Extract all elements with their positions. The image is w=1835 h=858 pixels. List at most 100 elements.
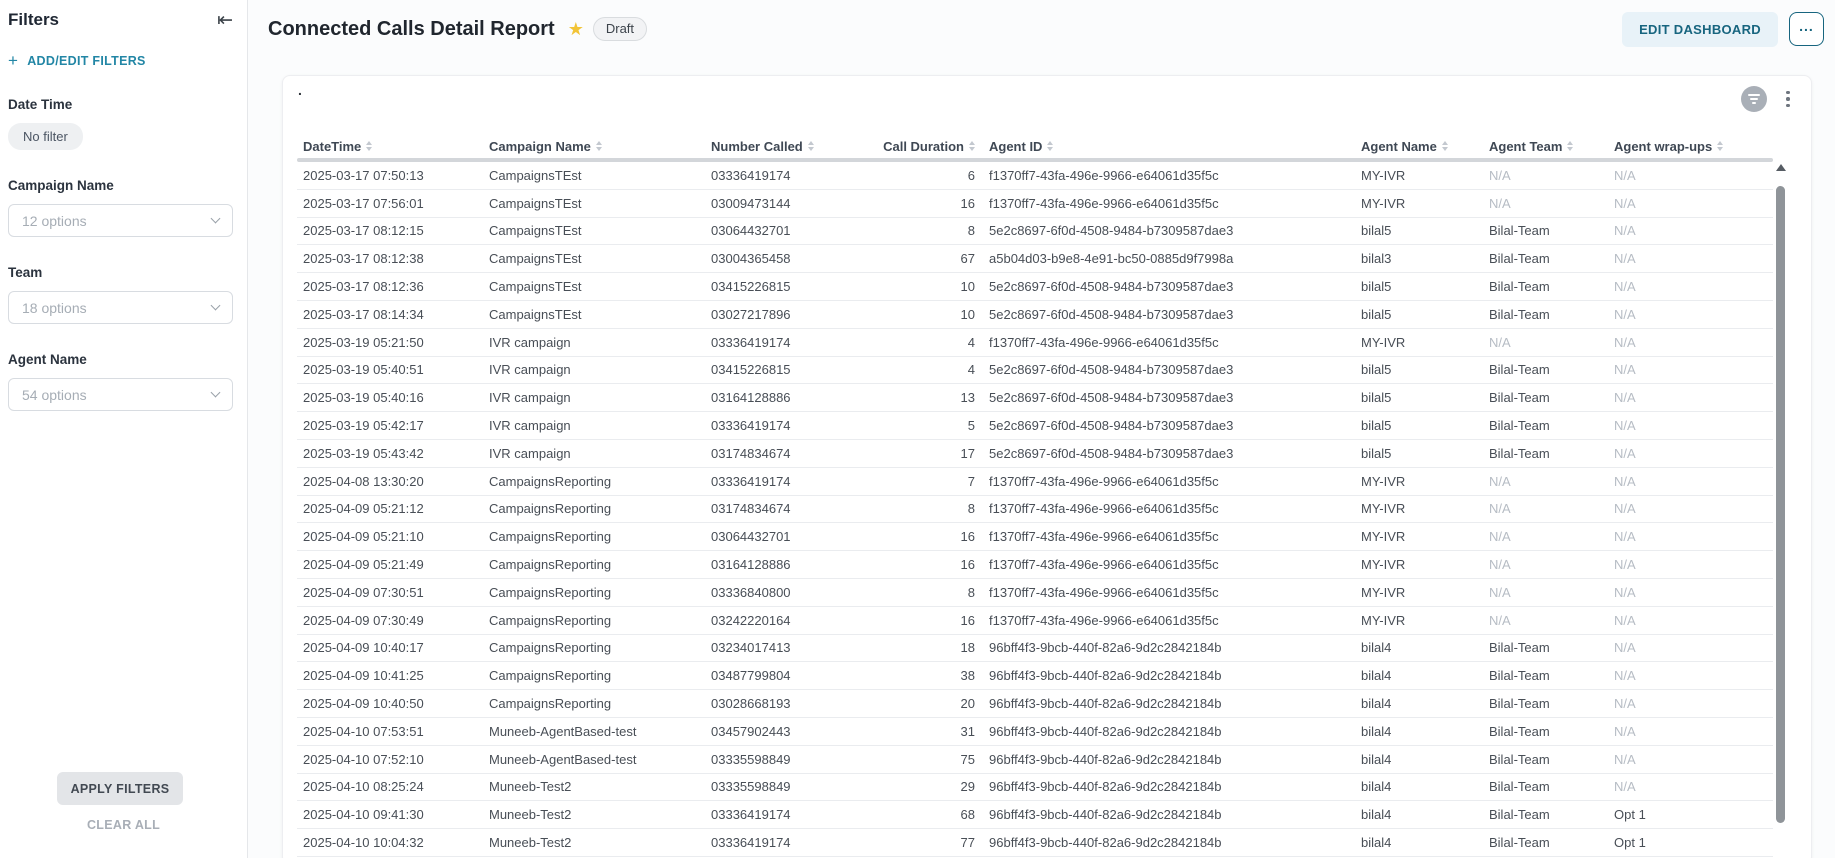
- sort-icon[interactable]: [1567, 141, 1573, 151]
- cell-campaign-name: CampaignsReporting: [483, 640, 705, 655]
- column-header-campaign-name[interactable]: Campaign Name: [483, 139, 705, 154]
- sort-icon[interactable]: [1717, 141, 1723, 151]
- column-header-agent-team[interactable]: Agent Team: [1483, 139, 1608, 154]
- chevron-down-icon: [211, 301, 221, 311]
- main-content: Connected Calls Detail Report ★ Draft ED…: [248, 0, 1835, 858]
- cell-call-duration: 4: [865, 362, 983, 377]
- cell-agent-name: bilal5: [1355, 362, 1483, 377]
- team-select[interactable]: 18 options: [8, 291, 233, 324]
- cell-number-called: 03415226815: [705, 279, 865, 294]
- column-header-agent-id[interactable]: Agent ID: [983, 139, 1355, 154]
- cell-call-duration: 7: [865, 474, 983, 489]
- campaign-name-select[interactable]: 12 options: [8, 204, 233, 237]
- cell-call-duration: 17: [865, 446, 983, 461]
- cell-agent-team: Bilal-Team: [1483, 251, 1608, 266]
- cell-number-called: 03174834674: [705, 501, 865, 516]
- cell-agent-id: f1370ff7-43fa-496e-9966-e64061d35f5c: [983, 585, 1355, 600]
- cell-agent-wrap-ups: N/A: [1608, 418, 1773, 433]
- agent-name-select[interactable]: 54 options: [8, 378, 233, 411]
- select-value: 12 options: [22, 213, 87, 229]
- cell-agent-name: bilal5: [1355, 223, 1483, 238]
- sort-icon[interactable]: [366, 141, 372, 151]
- sort-icon[interactable]: [596, 141, 602, 151]
- more-options-button[interactable]: ...: [1789, 12, 1824, 46]
- cell-number-called: 03174834674: [705, 446, 865, 461]
- filter-label: Agent Name: [8, 352, 239, 367]
- cell-agent-id: f1370ff7-43fa-496e-9966-e64061d35f5c: [983, 335, 1355, 350]
- column-label: Number Called: [711, 139, 803, 154]
- column-header-datetime[interactable]: DateTime: [297, 139, 483, 154]
- sort-icon[interactable]: [1047, 141, 1053, 151]
- cell-agent-id: 96bff4f3-9bcb-440f-82a6-9d2c2842184b: [983, 724, 1355, 739]
- cell-agent-id: 96bff4f3-9bcb-440f-82a6-9d2c2842184b: [983, 640, 1355, 655]
- report-table-card: . DateTimeCampaign NameNumber CalledCall…: [282, 75, 1812, 858]
- cell-number-called: 03009473144: [705, 196, 865, 211]
- column-header-call-duration[interactable]: Call Duration: [865, 139, 983, 154]
- cell-campaign-name: CampaignsReporting: [483, 613, 705, 628]
- cell-agent-wrap-ups: N/A: [1608, 307, 1773, 322]
- chevron-down-icon: [211, 214, 221, 224]
- add-edit-filters-button[interactable]: + ADD/EDIT FILTERS: [8, 52, 146, 69]
- scrollbar-thumb[interactable]: [1776, 186, 1785, 823]
- table-filter-icon[interactable]: [1741, 86, 1767, 112]
- cell-agent-name: bilal4: [1355, 779, 1483, 794]
- cell-call-duration: 75: [865, 752, 983, 767]
- cell-agent-name: MY-IVR: [1355, 196, 1483, 211]
- cell-campaign-name: IVR campaign: [483, 418, 705, 433]
- cell-agent-wrap-ups: N/A: [1608, 724, 1773, 739]
- cell-agent-id: f1370ff7-43fa-496e-9966-e64061d35f5c: [983, 474, 1355, 489]
- table-kebab-menu-icon[interactable]: [1781, 85, 1795, 113]
- cell-datetime: 2025-03-17 07:56:01: [297, 196, 483, 211]
- sidebar-header: Filters ⇤: [8, 10, 239, 30]
- column-label: Agent wrap-ups: [1614, 139, 1712, 154]
- collapse-sidebar-icon[interactable]: ⇤: [217, 11, 233, 30]
- column-header-agent-wrap-ups[interactable]: Agent wrap-ups: [1608, 139, 1773, 154]
- cell-agent-team: Bilal-Team: [1483, 446, 1608, 461]
- favorite-star-icon[interactable]: ★: [568, 20, 584, 38]
- cell-agent-id: a5b04d03-b9e8-4e91-bc50-0885d9f7998a: [983, 251, 1355, 266]
- table-row: 2025-04-10 08:25:24Muneeb-Test2033355988…: [297, 774, 1773, 802]
- cell-agent-team: Bilal-Team: [1483, 668, 1608, 683]
- date-time-filter-chip: No filter: [8, 123, 83, 150]
- cell-datetime: 2025-04-09 05:21:10: [297, 529, 483, 544]
- cell-agent-wrap-ups: N/A: [1608, 696, 1773, 711]
- clear-all-button[interactable]: CLEAR ALL: [0, 818, 247, 832]
- cell-call-duration: 16: [865, 196, 983, 211]
- apply-filters-button[interactable]: APPLY FILTERS: [57, 772, 183, 805]
- cell-agent-team: N/A: [1483, 613, 1608, 628]
- cell-datetime: 2025-04-10 08:25:24: [297, 779, 483, 794]
- cell-datetime: 2025-03-19 05:40:16: [297, 390, 483, 405]
- sort-icon[interactable]: [808, 141, 814, 151]
- filter-group-date-time: Date Time No filter: [8, 97, 239, 150]
- cell-campaign-name: Muneeb-AgentBased-test: [483, 724, 705, 739]
- sort-icon[interactable]: [969, 141, 975, 151]
- cell-agent-name: MY-IVR: [1355, 168, 1483, 183]
- cell-number-called: 03336419174: [705, 835, 865, 850]
- cell-number-called: 03457902443: [705, 724, 865, 739]
- cell-datetime: 2025-03-17 08:12:15: [297, 223, 483, 238]
- column-header-number-called[interactable]: Number Called: [705, 139, 865, 154]
- sort-icon[interactable]: [1442, 141, 1448, 151]
- edit-dashboard-button[interactable]: EDIT DASHBOARD: [1622, 12, 1778, 47]
- cell-agent-team: Bilal-Team: [1483, 752, 1608, 767]
- column-label: Campaign Name: [489, 139, 591, 154]
- scroll-up-arrow-icon[interactable]: [1776, 164, 1786, 171]
- cell-agent-name: bilal3: [1355, 251, 1483, 266]
- vertical-scrollbar[interactable]: [1775, 162, 1786, 858]
- cell-number-called: 03064432701: [705, 529, 865, 544]
- cell-agent-id: 5e2c8697-6f0d-4508-9484-b7309587dae3: [983, 223, 1355, 238]
- cell-number-called: 03336419174: [705, 807, 865, 822]
- cell-number-called: 03164128886: [705, 390, 865, 405]
- table-row: 2025-04-08 13:30:20CampaignsReporting033…: [297, 468, 1773, 496]
- cell-number-called: 03004365458: [705, 251, 865, 266]
- cell-agent-id: 5e2c8697-6f0d-4508-9484-b7309587dae3: [983, 390, 1355, 405]
- cell-agent-wrap-ups: N/A: [1608, 390, 1773, 405]
- cell-agent-id: 96bff4f3-9bcb-440f-82a6-9d2c2842184b: [983, 807, 1355, 822]
- cell-number-called: 03487799804: [705, 668, 865, 683]
- cell-campaign-name: IVR campaign: [483, 390, 705, 405]
- cell-call-duration: 8: [865, 585, 983, 600]
- cell-agent-name: bilal4: [1355, 696, 1483, 711]
- cell-agent-team: Bilal-Team: [1483, 390, 1608, 405]
- column-header-agent-name[interactable]: Agent Name: [1355, 139, 1483, 154]
- cell-agent-team: N/A: [1483, 335, 1608, 350]
